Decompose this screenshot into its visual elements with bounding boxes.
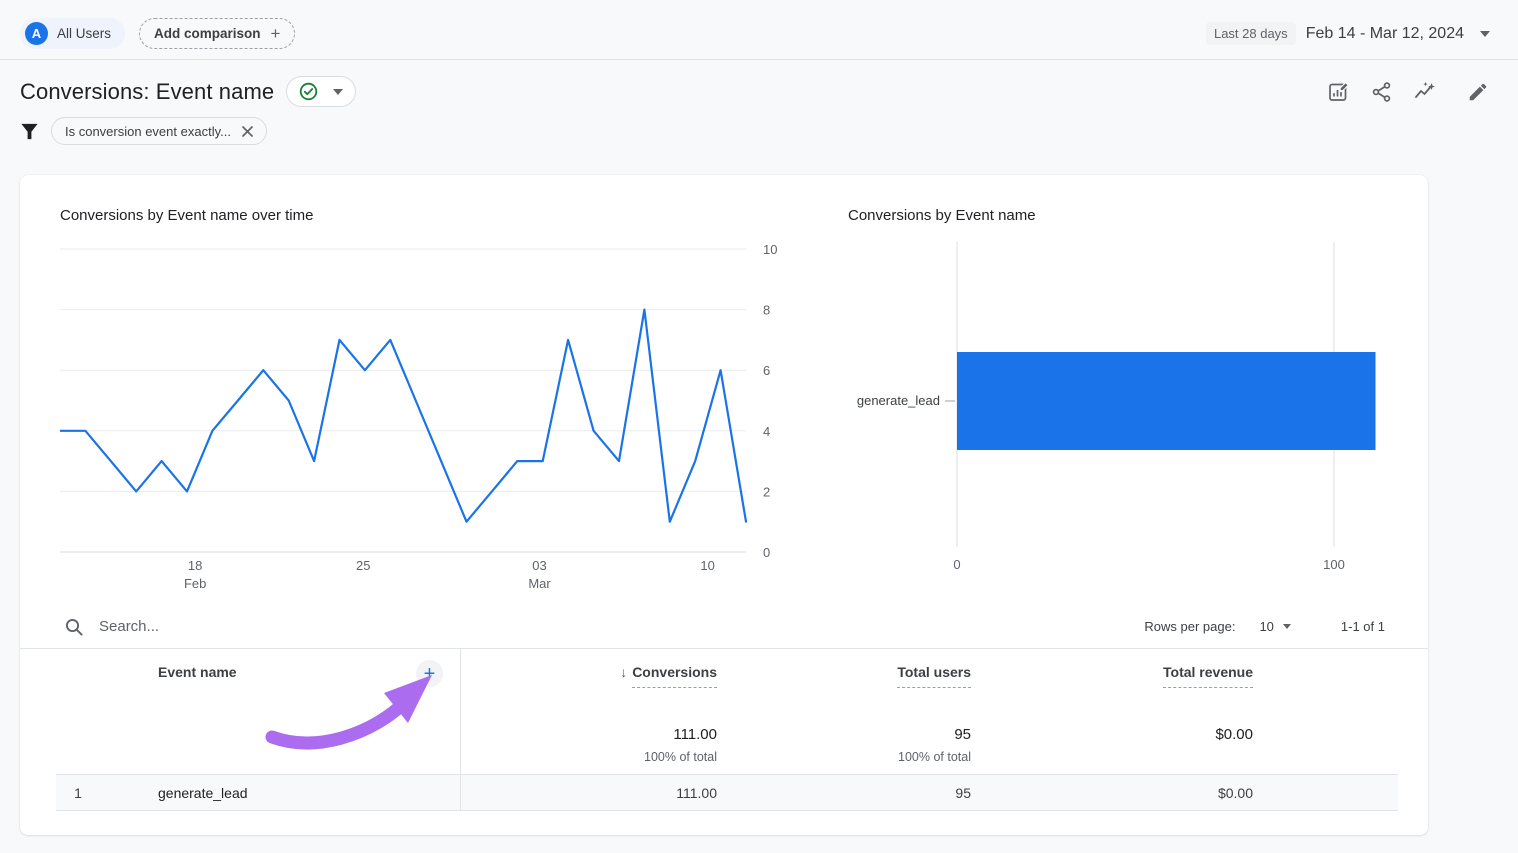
rows-per-page-label: Rows per page: [1144, 619, 1235, 634]
search-input[interactable] [99, 618, 399, 635]
filter-chip-label: Is conversion event exactly... [65, 124, 231, 139]
svg-text:Mar: Mar [528, 576, 551, 591]
share-button[interactable] [1369, 80, 1393, 104]
pagination-range: 1-1 of 1 [1341, 619, 1385, 634]
date-range-picker[interactable]: Last 28 days Feb 14 - Mar 12, 2024 [1206, 22, 1490, 45]
bar-chart-block: Conversions by Event name 0 100 generate_l… [848, 207, 1408, 597]
svg-text:0: 0 [953, 557, 960, 572]
insights-button[interactable] [1412, 80, 1436, 104]
total-users-header[interactable]: Total users [717, 649, 971, 717]
svg-text:4: 4 [763, 424, 770, 439]
event-name-cell: generate_lead [100, 785, 460, 801]
date-preset-badge: Last 28 days [1206, 22, 1296, 45]
event-name-header-label: Event name [158, 664, 237, 680]
line-chart: 0 2 4 6 8 10 18 Feb 25 03 Mar 10 [60, 239, 786, 597]
customize-report-button[interactable] [1326, 80, 1350, 104]
conversions-total-cell: 111.00 100% of total [460, 717, 717, 774]
date-range-text: Feb 14 - Mar 12, 2024 [1306, 25, 1464, 43]
conversions-total-pct: 100% of total [644, 750, 717, 764]
event-name-header[interactable]: Event name + [100, 649, 460, 717]
search-icon [64, 617, 84, 637]
users-total-cell: 95 100% of total [717, 717, 971, 774]
check-circle-icon [299, 82, 318, 101]
revenue-cell: $0.00 [971, 785, 1253, 801]
svg-text:100: 100 [1323, 557, 1345, 572]
add-comparison-label: Add comparison [154, 26, 261, 41]
svg-text:8: 8 [763, 303, 770, 318]
chevron-down-icon [1283, 624, 1291, 629]
filter-bar: Is conversion event exactly... [0, 107, 1518, 145]
rows-per-page-select[interactable]: 10 [1259, 619, 1290, 634]
table-row[interactable]: 1 generate_lead 111.00 95 $0.00 [56, 774, 1398, 811]
conversions-total: 111.00 [673, 726, 717, 743]
svg-text:10: 10 [763, 242, 777, 257]
table-controls: Rows per page: 10 1-1 of 1 [20, 605, 1428, 649]
users-total-pct: 100% of total [898, 750, 971, 764]
conversions-header-label: Conversions [632, 664, 717, 688]
revenue-total-cell: $0.00 [971, 717, 1253, 774]
customize-report-icon [1327, 80, 1350, 103]
share-icon [1370, 80, 1393, 103]
bar-chart: 0 100 generate_lead [848, 239, 1408, 579]
line-chart-block: Conversions by Event name over time 0 2 4 6… [60, 207, 786, 597]
report-card: Conversions by Event name over time 0 2 4 6… [20, 175, 1428, 835]
report-header: Conversions: Event name [0, 60, 1518, 107]
page-title: Conversions: Event name [20, 79, 274, 105]
insights-icon [1413, 80, 1436, 103]
plus-icon: + [271, 25, 281, 42]
events-table: Event name + ↓ Conversions Total users To… [56, 649, 1398, 811]
chevron-down-icon [333, 89, 343, 95]
svg-text:25: 25 [356, 558, 370, 573]
close-icon[interactable] [240, 124, 255, 139]
add-dimension-button[interactable]: + [416, 660, 443, 687]
report-status-menu[interactable] [286, 76, 356, 107]
search-box[interactable] [64, 617, 1144, 637]
total-revenue-header-label: Total revenue [1163, 664, 1253, 688]
ga4-conversions-report: { "topbar": { "all_users": { "avatar_let… [0, 0, 1518, 853]
all-users-label: All Users [57, 26, 111, 41]
sort-descending-icon: ↓ [620, 664, 627, 680]
svg-text:10: 10 [700, 558, 714, 573]
bar-chart-title: Conversions by Event name [848, 207, 1408, 227]
charts-row: Conversions by Event name over time 0 2 4 6… [20, 175, 1428, 597]
total-revenue-header[interactable]: Total revenue [971, 649, 1253, 717]
edit-button[interactable] [1466, 80, 1490, 104]
svg-text:18: 18 [188, 558, 202, 573]
svg-text:Feb: Feb [184, 576, 206, 591]
svg-text:generate_lead: generate_lead [857, 393, 940, 408]
users-cell: 95 [717, 785, 971, 801]
svg-text:6: 6 [763, 363, 770, 378]
total-users-header-label: Total users [897, 664, 971, 688]
conversions-header[interactable]: ↓ Conversions [460, 649, 717, 717]
line-chart-title: Conversions by Event name over time [60, 207, 786, 227]
table-totals-row: 111.00 100% of total 95 100% of total $0… [56, 717, 1398, 774]
pencil-icon [1467, 81, 1489, 103]
svg-text:0: 0 [763, 545, 770, 560]
rows-per-page-value: 10 [1259, 619, 1273, 634]
chevron-down-icon [1480, 31, 1490, 37]
table-header-row: Event name + ↓ Conversions Total users To… [56, 649, 1398, 717]
row-number-header [56, 649, 100, 717]
all-users-chip[interactable]: A All Users [20, 18, 125, 49]
audience-avatar: A [25, 22, 48, 45]
comparison-bar: A All Users Add comparison + Last 28 day… [0, 0, 1518, 59]
column-divider [460, 649, 461, 811]
revenue-total: $0.00 [1215, 726, 1253, 743]
row-number: 1 [56, 785, 100, 801]
conversions-cell: 111.00 [460, 785, 717, 801]
users-total: 95 [954, 726, 971, 743]
svg-text:03: 03 [532, 558, 546, 573]
add-comparison-button[interactable]: Add comparison + [139, 18, 295, 49]
filter-chip[interactable]: Is conversion event exactly... [51, 117, 267, 145]
filter-funnel-icon [19, 121, 40, 142]
svg-text:2: 2 [763, 484, 770, 499]
